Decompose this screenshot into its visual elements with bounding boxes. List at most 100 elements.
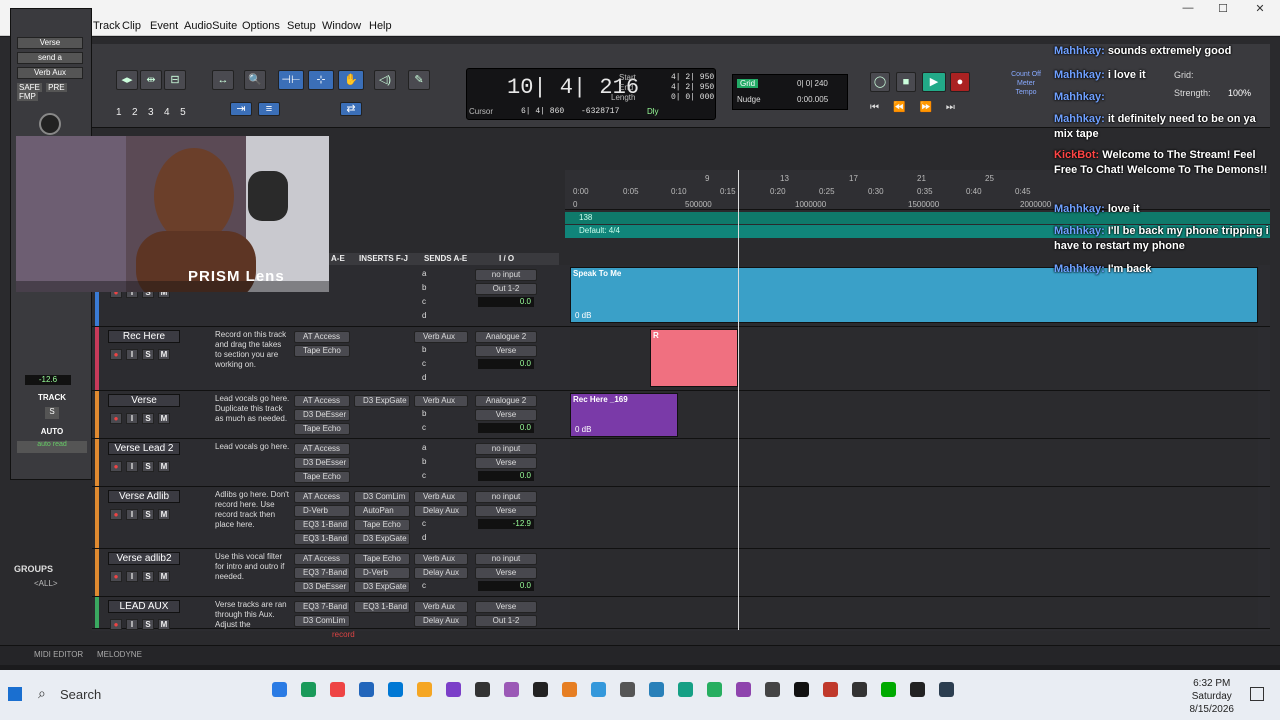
track-playlist-lane[interactable]: Rec Here _169 0 dB <box>570 391 1258 438</box>
link-timeline-icon[interactable]: ≡ <box>258 102 280 116</box>
input-button[interactable]: I <box>126 461 138 472</box>
track-name[interactable]: Verse <box>108 394 180 407</box>
input-button[interactable]: I <box>126 509 138 520</box>
taskbar-app-icon[interactable] <box>533 682 548 697</box>
send-slot[interactable]: c <box>414 471 468 483</box>
menu-track[interactable]: Track <box>93 20 120 32</box>
zoom-preset-2[interactable]: 2 <box>132 107 138 118</box>
solo-button[interactable]: S <box>142 571 154 582</box>
panel-track-select[interactable]: Verse <box>17 37 83 49</box>
input-selector[interactable]: no input <box>475 269 537 281</box>
trim-tool-icon[interactable]: ⊣⊢ <box>278 70 304 90</box>
input-selector[interactable]: no input <box>475 443 537 455</box>
insert-slot[interactable]: D3 ExpGate <box>354 395 410 407</box>
taskbar-app-icon[interactable] <box>881 682 896 697</box>
output-selector[interactable]: Out 1-2 <box>475 615 537 627</box>
taskbar-app-icon[interactable] <box>504 682 519 697</box>
taskbar-app-icon[interactable] <box>649 682 664 697</box>
mute-button[interactable]: M <box>158 619 170 630</box>
insert-slot[interactable]: Tape Echo <box>354 553 410 565</box>
insert-slot[interactable]: D3 ComLim <box>354 491 410 503</box>
solo-button[interactable]: S <box>142 619 154 630</box>
nudge-value[interactable]: 0:00.005 <box>797 95 828 104</box>
clip-gain[interactable]: 0 dB <box>575 311 591 320</box>
grabber-tool-icon[interactable]: ✋ <box>338 70 364 90</box>
taskbar-app-icon[interactable] <box>707 682 722 697</box>
send-slot[interactable]: Delay Aux <box>414 505 468 517</box>
search-icon[interactable]: ⌕ <box>38 685 46 702</box>
output-selector[interactable]: Verse <box>475 409 537 421</box>
send-slot[interactable]: a <box>414 443 468 455</box>
taskbar-app-icon[interactable] <box>446 682 461 697</box>
record-button[interactable]: ● <box>110 571 122 582</box>
track-playlist-lane[interactable] <box>570 439 1258 486</box>
taskbar-app-icon[interactable] <box>620 682 635 697</box>
solo-button[interactable]: S <box>142 413 154 424</box>
insert-slot[interactable]: D3 ComLim <box>294 615 350 627</box>
send-slot[interactable]: c <box>414 519 468 531</box>
track-comment[interactable]: Record on this track and drag the takes … <box>215 330 290 370</box>
zoom-preset-5[interactable]: 5 <box>180 107 186 118</box>
menu-options[interactable]: Options <box>242 20 280 32</box>
menu-clip[interactable]: Clip <box>122 20 141 32</box>
record-button[interactable]: ● <box>110 619 122 630</box>
input-selector[interactable]: Analogue 2 <box>475 331 537 343</box>
track-name[interactable]: Verse adlib2 <box>108 552 180 565</box>
taskbar-app-icon[interactable] <box>910 682 925 697</box>
menu-audiosuite[interactable]: AudioSuite <box>184 20 237 32</box>
panel-send-select[interactable]: send a <box>17 52 83 64</box>
send-slot[interactable]: b <box>414 283 468 295</box>
send-slot[interactable]: Verb Aux <box>414 553 468 565</box>
send-slot[interactable]: c <box>414 359 468 371</box>
insert-slot[interactable]: AT Access <box>294 395 350 407</box>
zoom-preset-4[interactable]: 4 <box>164 107 170 118</box>
input-selector[interactable]: Verse <box>475 601 537 613</box>
start-value[interactable]: 4| 2| 950 <box>671 73 714 82</box>
track-row[interactable]: Verse Lead 2 ● I S M Lead vocals go here. AT A… <box>92 439 1270 487</box>
volume-value[interactable]: 0.0 <box>478 423 534 433</box>
send-slot[interactable]: d <box>414 311 468 323</box>
play-button[interactable]: ▶ <box>922 72 946 92</box>
insert-slot[interactable]: EQ3 1-Band <box>354 601 410 613</box>
taskbar-app-icon[interactable] <box>591 682 606 697</box>
send-slot[interactable]: b <box>414 409 468 421</box>
grid-label[interactable]: Grid <box>737 79 759 88</box>
track-playlist-lane[interactable]: R <box>570 327 1258 390</box>
input-button[interactable]: I <box>126 349 138 360</box>
insert-slot[interactable]: D-Verb <box>354 567 410 579</box>
send-slot[interactable]: b <box>414 457 468 469</box>
stop-button[interactable]: ■ <box>896 72 916 92</box>
mute-button[interactable]: M <box>158 413 170 424</box>
insert-slot[interactable]: D-Verb <box>294 505 350 517</box>
track-playlist-lane[interactable] <box>570 549 1258 596</box>
input-selector[interactable]: Analogue 2 <box>475 395 537 407</box>
selector-tool-icon[interactable]: ⊹ <box>308 70 334 90</box>
melodyne-tab[interactable]: MELODYNE <box>97 650 142 659</box>
output-selector[interactable]: Verse <box>475 345 537 357</box>
track-row[interactable]: Verse ● I S M Lead vocals go here. Duplicate … <box>92 391 1270 439</box>
pencil-tool-icon[interactable]: ✎ <box>408 70 430 90</box>
send-slot[interactable]: Verb Aux <box>414 331 468 343</box>
send-slot[interactable]: Delay Aux <box>414 615 468 627</box>
spot-mode-button[interactable]: ⊟ <box>164 70 186 90</box>
send-slot[interactable]: c <box>414 423 468 435</box>
track-comment[interactable]: Adlibs go here. Don't record here. Use r… <box>215 490 290 530</box>
taskbar-app-icon[interactable] <box>794 682 809 697</box>
zoomer-tool-icon[interactable]: 🔍 <box>244 70 266 90</box>
insert-slot[interactable]: EQ3 7-Band <box>294 601 350 613</box>
send-pan-knob[interactable] <box>39 113 61 135</box>
insert-slot[interactable]: D3 DeEsser <box>294 409 350 421</box>
volume-value[interactable]: 0.0 <box>478 359 534 369</box>
solo-safe-button[interactable]: S <box>45 407 59 419</box>
input-button[interactable]: I <box>126 619 138 630</box>
output-selector[interactable]: Verse <box>475 567 537 579</box>
notifications-icon[interactable] <box>1250 687 1264 701</box>
insert-slot[interactable]: Tape Echo <box>294 423 350 435</box>
zoom-preset-3[interactable]: 3 <box>148 107 154 118</box>
volume-value[interactable]: -12.9 <box>478 519 534 529</box>
solo-button[interactable]: S <box>142 461 154 472</box>
insert-slot[interactable]: D3 DeEsser <box>294 457 350 469</box>
track-row[interactable]: LEAD AUX ● I S M Verse tracks are ran through… <box>92 597 1270 630</box>
record-button[interactable]: ● <box>950 72 970 92</box>
insert-slot[interactable]: Tape Echo <box>354 519 410 531</box>
